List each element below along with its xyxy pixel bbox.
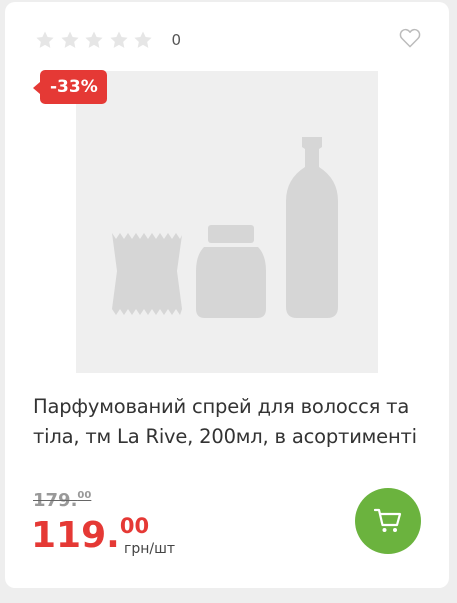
old-price-integer: 179. <box>33 490 78 511</box>
cart-icon <box>374 508 402 532</box>
star-icon <box>109 30 129 50</box>
rating-count: 0 <box>171 31 182 49</box>
rating: 0 <box>35 30 181 50</box>
product-placeholder-image[interactable] <box>76 71 378 373</box>
price-unit: грн/шт <box>124 541 176 557</box>
product-title-line[interactable]: Парфумований спрей для волосся та <box>33 392 425 422</box>
star-icon <box>60 30 80 50</box>
star-icon <box>84 30 104 50</box>
price-decimal: 00 <box>119 514 150 538</box>
favorite-button[interactable] <box>399 28 421 48</box>
product-title-line[interactable]: тіла, тм La Rive, 200мл, в асортименті <box>33 422 425 452</box>
price-integer: 119. <box>31 515 120 556</box>
star-icon <box>133 30 153 50</box>
heart-icon <box>399 28 421 48</box>
product-title[interactable]: Парфумований спрей для волосся та тіла, … <box>33 392 425 452</box>
old-price: 179.00 <box>33 490 91 511</box>
product-card: 0 -33% Парфумований спрей для волосся та… <box>5 2 449 588</box>
old-price-decimal: 00 <box>77 490 92 501</box>
discount-badge: -33% <box>33 70 107 104</box>
add-to-cart-button[interactable] <box>355 488 421 554</box>
star-icon <box>35 30 55 50</box>
